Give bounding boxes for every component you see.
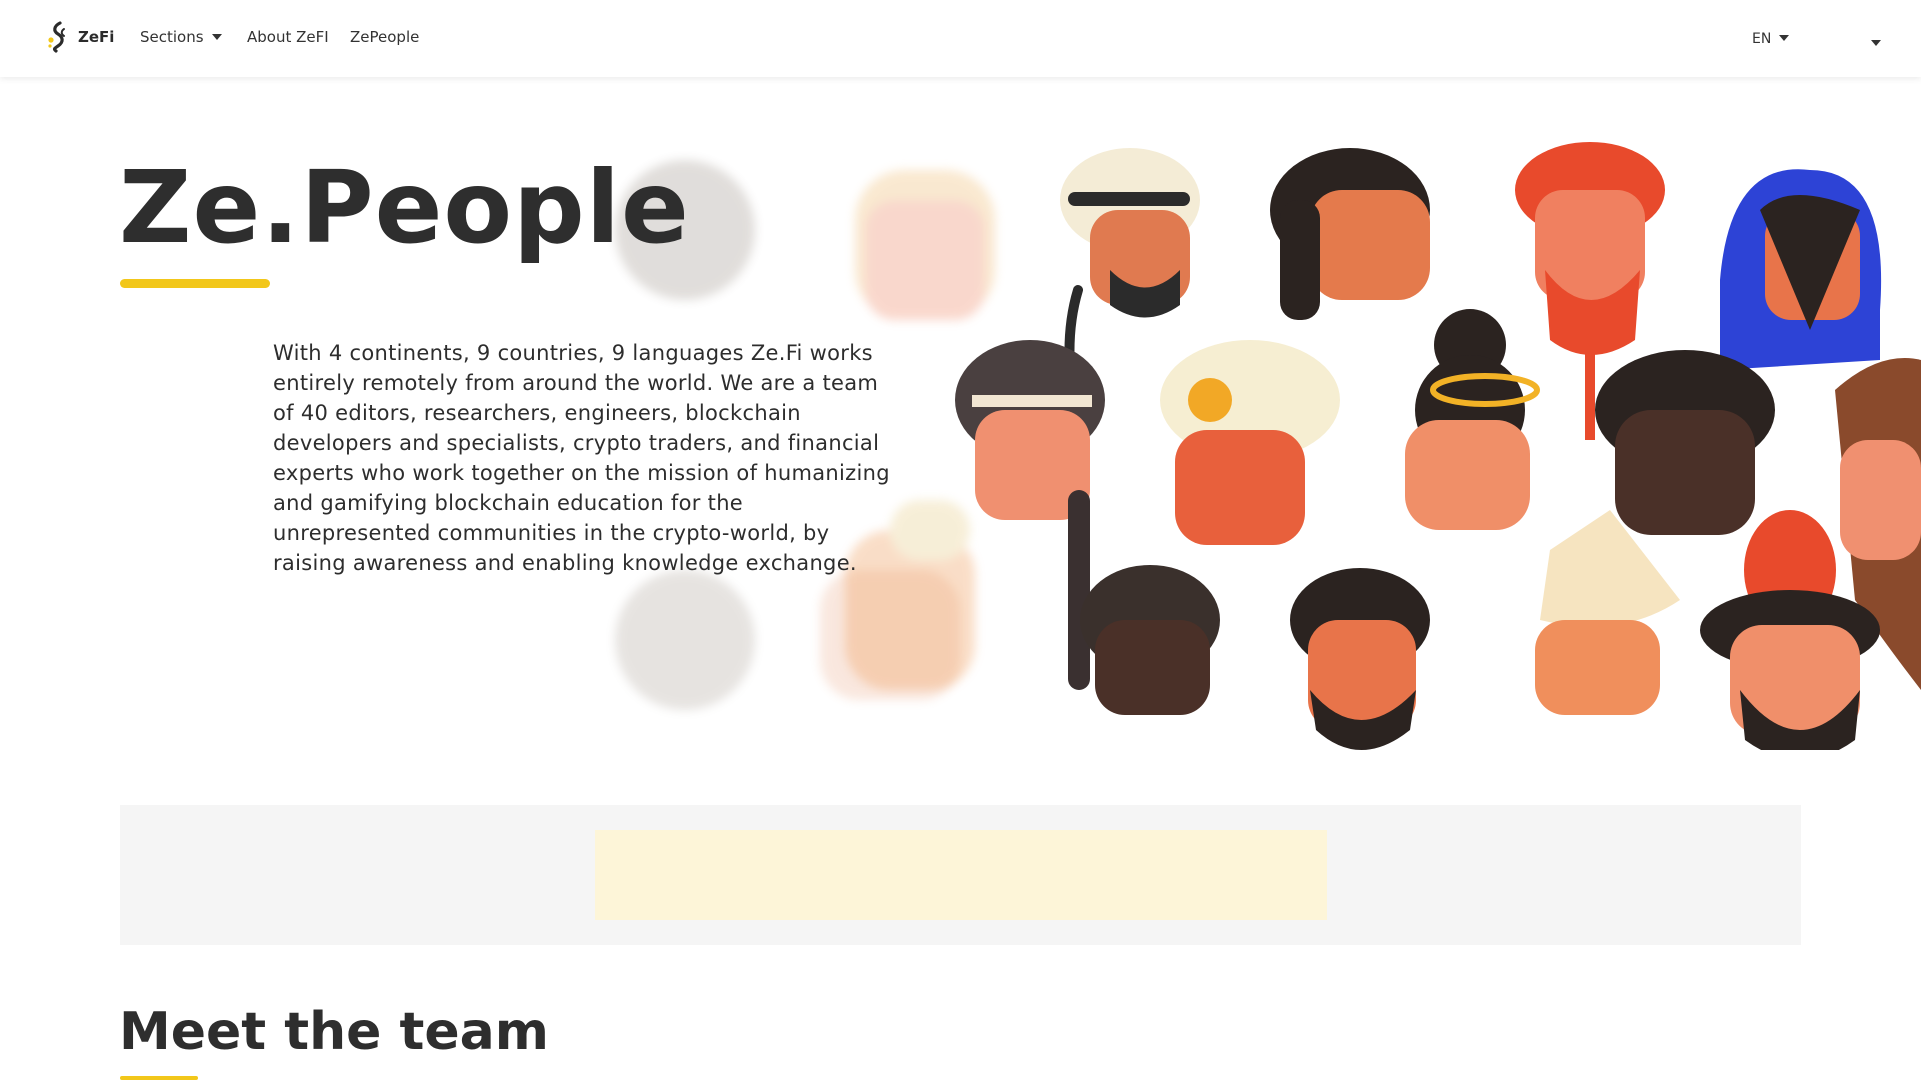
title-underline (120, 279, 270, 288)
nav-sections-label: Sections (140, 28, 204, 46)
head-curly (1080, 565, 1220, 715)
brand-name: ZeFi (78, 28, 115, 46)
nav-link-zepeople[interactable]: ZePeople (350, 28, 419, 46)
brand-logo[interactable]: ZeFi (44, 20, 114, 54)
nav-sections-dropdown[interactable]: Sections (140, 28, 222, 46)
language-label: EN (1752, 31, 1772, 47)
section-heading-team: Meet the team (119, 1002, 549, 1062)
hero-description: With 4 continents, 9 countries, 9 langua… (273, 341, 890, 575)
head-hijab (1720, 169, 1882, 370)
nav-link-about[interactable]: About ZeFI (247, 28, 329, 46)
top-navbar: ZeFi Sections About ZeFI ZePeople EN (0, 0, 1921, 77)
head-conical-hat (1535, 510, 1680, 715)
chevron-down-icon (1871, 40, 1881, 46)
head-turban (1160, 340, 1340, 545)
zefi-logo-icon (48, 21, 65, 53)
head-headband (955, 340, 1105, 690)
head-braids (1270, 148, 1430, 320)
language-selector[interactable]: EN (1752, 31, 1790, 47)
ad-banner (120, 805, 1801, 945)
head-dark (1595, 350, 1775, 535)
head-topknot (1405, 309, 1540, 530)
ad-banner-slot[interactable] (595, 830, 1327, 920)
head-beard-bottom (1290, 568, 1430, 750)
section-underline (120, 1076, 198, 1080)
chevron-down-icon (211, 34, 222, 40)
chevron-down-icon (1779, 35, 1790, 41)
page-title: Ze.People (119, 149, 690, 266)
account-menu-toggle[interactable] (1863, 33, 1881, 52)
